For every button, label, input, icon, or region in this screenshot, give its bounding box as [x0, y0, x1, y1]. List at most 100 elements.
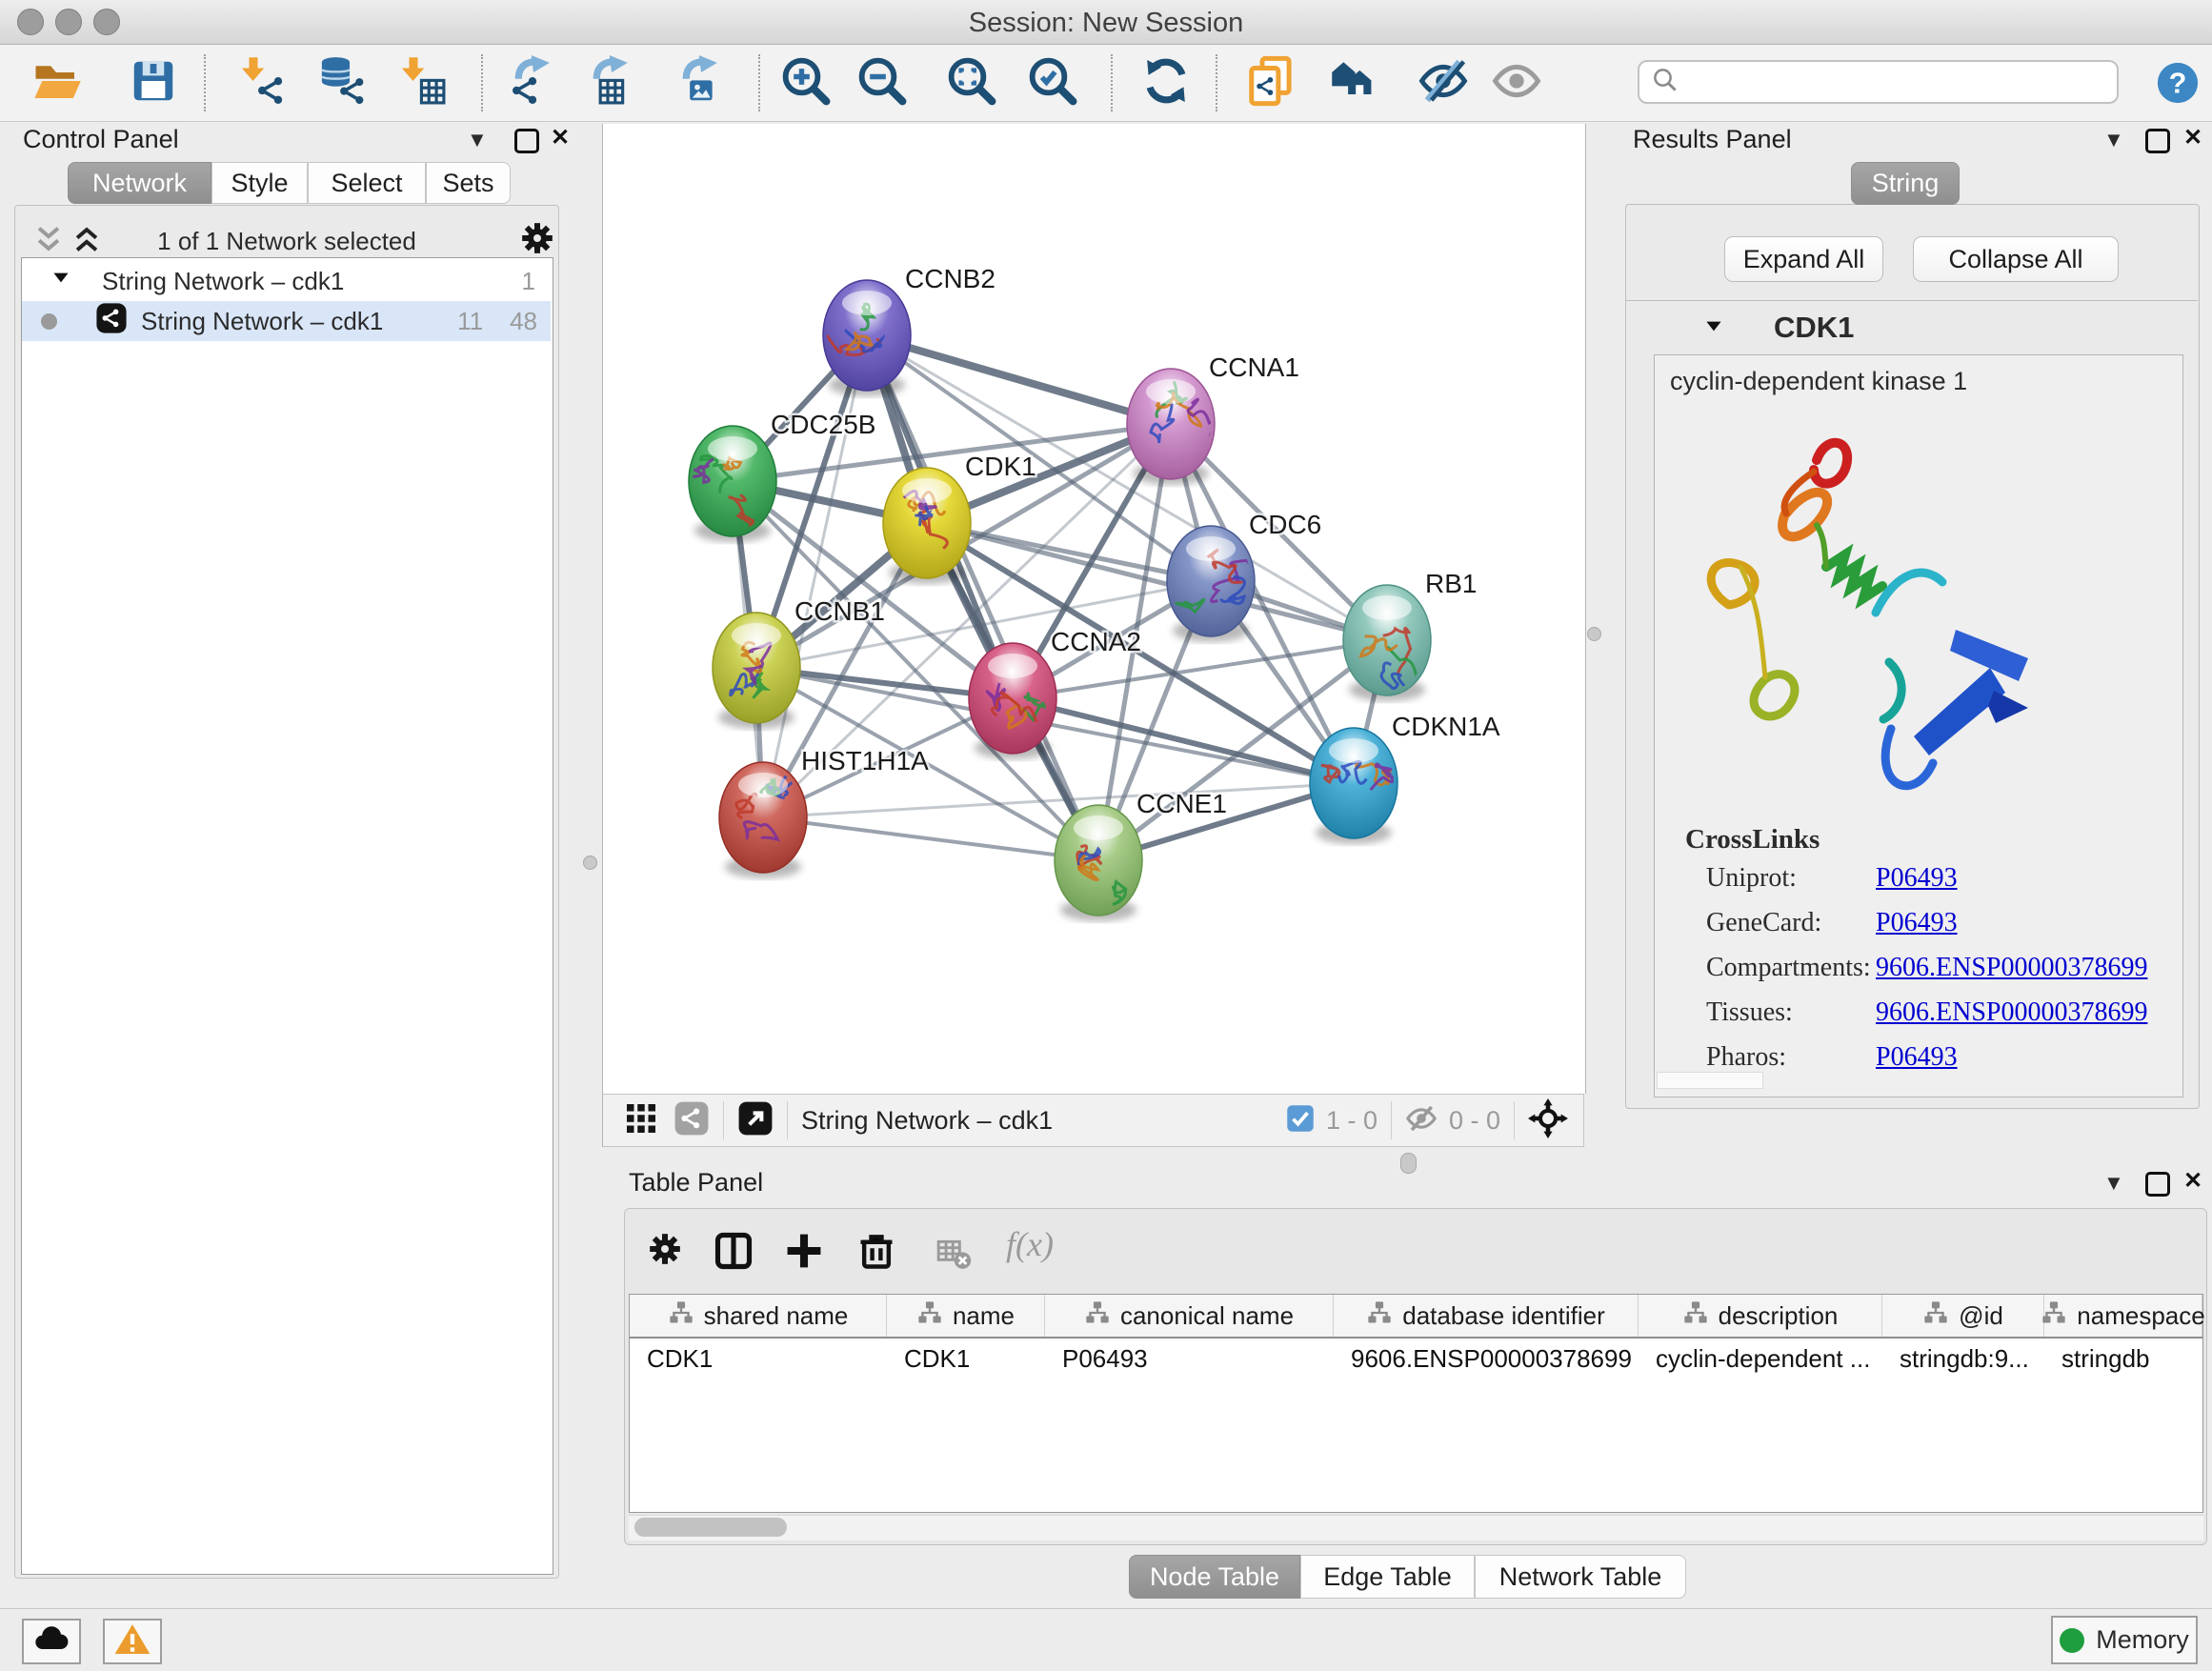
tab-string[interactable]: String — [1851, 162, 1960, 205]
column-header-canonical-name[interactable]: canonical name — [1045, 1295, 1334, 1337]
column-header-description[interactable]: description — [1639, 1295, 1882, 1337]
network-view-canvas[interactable]: CCNB2 CCNA1 CDC25B CDK1 CDC6 RB1 CCNB1 C… — [602, 124, 1586, 1094]
string-network-icon — [95, 302, 128, 341]
cloud-button[interactable] — [22, 1619, 81, 1664]
network-collection-row[interactable]: String Network – cdk1 1 — [22, 261, 551, 301]
export-network-button[interactable] — [507, 56, 560, 110]
hide-graphics-button[interactable] — [1417, 56, 1470, 110]
zoom-fit-button[interactable] — [945, 56, 998, 110]
results-panel-close-icon[interactable]: ✕ — [2183, 127, 2202, 150]
crosslink-link[interactable]: P06493 — [1876, 1042, 1958, 1072]
node-label: CCNA1 — [1209, 352, 1299, 382]
left-splitter-handle[interactable] — [583, 856, 597, 870]
table-panel-float-icon[interactable] — [2145, 1172, 2170, 1197]
table-cell: stringdb:9... — [1882, 1339, 2044, 1379]
column-header-shared-name[interactable]: shared name — [630, 1295, 887, 1337]
right-splitter-handle[interactable] — [1587, 627, 1601, 641]
network-options-gear-icon[interactable] — [518, 219, 556, 262]
results-panel-float-icon[interactable] — [2145, 129, 2170, 153]
results-hscrollbar[interactable] — [1657, 1072, 1763, 1089]
add-column-icon[interactable] — [783, 1230, 825, 1277]
network-node-CDC6[interactable]: CDC6 — [1167, 510, 1321, 642]
tab-sets[interactable]: Sets — [426, 162, 511, 204]
memory-button[interactable]: Memory — [2051, 1616, 2198, 1664]
network-node-RB1[interactable]: RB1 — [1343, 569, 1477, 701]
delete-table-icon — [935, 1236, 972, 1277]
zoom-selected-button[interactable] — [1026, 56, 1079, 110]
crosslink-link[interactable]: 9606.ENSP00000378699 — [1876, 997, 2147, 1027]
control-panel-close-icon[interactable]: ✕ — [551, 127, 570, 150]
network-node-CDKN1A[interactable]: CDKN1A — [1310, 712, 1500, 844]
tab-network-table[interactable]: Network Table — [1475, 1555, 1686, 1599]
column-header-namespace[interactable]: namespace — [2044, 1295, 2202, 1337]
export-table-button[interactable] — [585, 56, 638, 110]
import-database-button[interactable] — [316, 56, 370, 110]
attribute-icon — [1366, 1299, 1393, 1333]
table-options-gear-icon[interactable] — [646, 1230, 684, 1273]
clone-network-button[interactable] — [1244, 56, 1297, 110]
hidden-elements-icon[interactable] — [1405, 1102, 1438, 1139]
svg-text:?: ? — [2169, 68, 2187, 100]
birdseye-view-icon[interactable] — [737, 1100, 774, 1141]
delete-column-icon[interactable] — [855, 1230, 897, 1277]
network-node-CCNE1[interactable]: CCNE1 — [1055, 789, 1227, 921]
column-header--id[interactable]: @id — [1882, 1295, 2044, 1337]
protein-structure-image — [1674, 422, 2045, 832]
table-panel-close-icon[interactable]: ✕ — [2183, 1170, 2202, 1193]
search-input[interactable] — [1679, 67, 2093, 98]
control-panel-menu-icon[interactable]: ▼ — [467, 128, 488, 152]
cdk1-collapse-triangle-icon[interactable] — [1701, 314, 1726, 344]
zoom-in-button[interactable] — [779, 56, 833, 110]
crosslink-link[interactable]: P06493 — [1876, 863, 1958, 893]
help-button[interactable]: ? — [2151, 56, 2204, 110]
divider — [1391, 1101, 1392, 1139]
bundled-apps-button[interactable] — [1328, 56, 1381, 110]
show-graphics-button[interactable] — [1490, 56, 1543, 110]
network-edge — [867, 335, 1098, 860]
crosslink-link[interactable]: 9606.ENSP00000378699 — [1876, 953, 2147, 982]
grid-view-icon[interactable] — [624, 1101, 658, 1140]
search-box[interactable] — [1638, 60, 2119, 104]
save-session-button[interactable] — [127, 56, 180, 110]
tab-style[interactable]: Style — [211, 162, 308, 204]
refresh-icon — [1140, 55, 1192, 111]
table-hscrollbar-track[interactable] — [629, 1515, 2203, 1540]
collapse-all-button[interactable]: Collapse All — [1913, 236, 2119, 282]
refresh-button[interactable] — [1139, 56, 1193, 110]
memory-label: Memory — [2096, 1625, 2189, 1655]
node-table[interactable]: shared namenamecanonical namedatabase id… — [629, 1294, 2203, 1513]
network-node-CCNB1[interactable]: CCNB1 — [713, 596, 885, 729]
warnings-button[interactable] — [103, 1619, 162, 1664]
column-header-database-identifier[interactable]: database identifier — [1334, 1295, 1639, 1337]
network-row-selected[interactable]: String Network – cdk1 11 48 — [22, 301, 551, 341]
selected-nodes-checkbox[interactable] — [1286, 1104, 1315, 1137]
results-panel-menu-icon[interactable]: ▼ — [2103, 128, 2124, 152]
zoom-out-button[interactable] — [855, 56, 909, 110]
column-header-name[interactable]: name — [887, 1295, 1045, 1337]
tab-node-table[interactable]: Node Table — [1129, 1555, 1300, 1599]
import-network-button[interactable] — [235, 56, 289, 110]
node-count: 11 — [457, 307, 483, 336]
network-node-CCNB2[interactable]: CCNB2 — [823, 264, 995, 396]
table-row[interactable]: CDK1CDK1P064939606.ENSP00000378699cyclin… — [630, 1339, 2202, 1379]
tab-network[interactable]: Network — [68, 162, 211, 204]
network-state-dot — [41, 313, 57, 330]
expand-all-button[interactable]: Expand All — [1724, 236, 1883, 282]
control-panel-float-icon[interactable] — [514, 129, 539, 153]
open-session-button[interactable] — [30, 56, 84, 110]
export-image-button[interactable] — [674, 56, 728, 110]
node-label: CCNA2 — [1051, 627, 1141, 656]
table-panel-menu-icon[interactable]: ▼ — [2103, 1171, 2124, 1196]
table-hscrollbar-thumb[interactable] — [634, 1518, 787, 1537]
collapse-triangle-icon[interactable] — [49, 266, 73, 297]
crosslink-row: GeneCard:P06493 — [1706, 908, 1958, 938]
fit-selected-crosshair-icon[interactable] — [1528, 1098, 1568, 1143]
status-bar: Memory — [0, 1608, 2212, 1671]
crosslink-row: Compartments:9606.ENSP00000378699 — [1706, 953, 2147, 983]
tab-select[interactable]: Select — [308, 162, 426, 204]
import-table-button[interactable] — [395, 56, 449, 110]
show-columns-icon[interactable] — [713, 1230, 754, 1277]
network-node-HIST1H1A[interactable]: HIST1H1A — [719, 746, 929, 878]
tab-edge-table[interactable]: Edge Table — [1300, 1555, 1475, 1599]
crosslink-link[interactable]: P06493 — [1876, 908, 1958, 937]
